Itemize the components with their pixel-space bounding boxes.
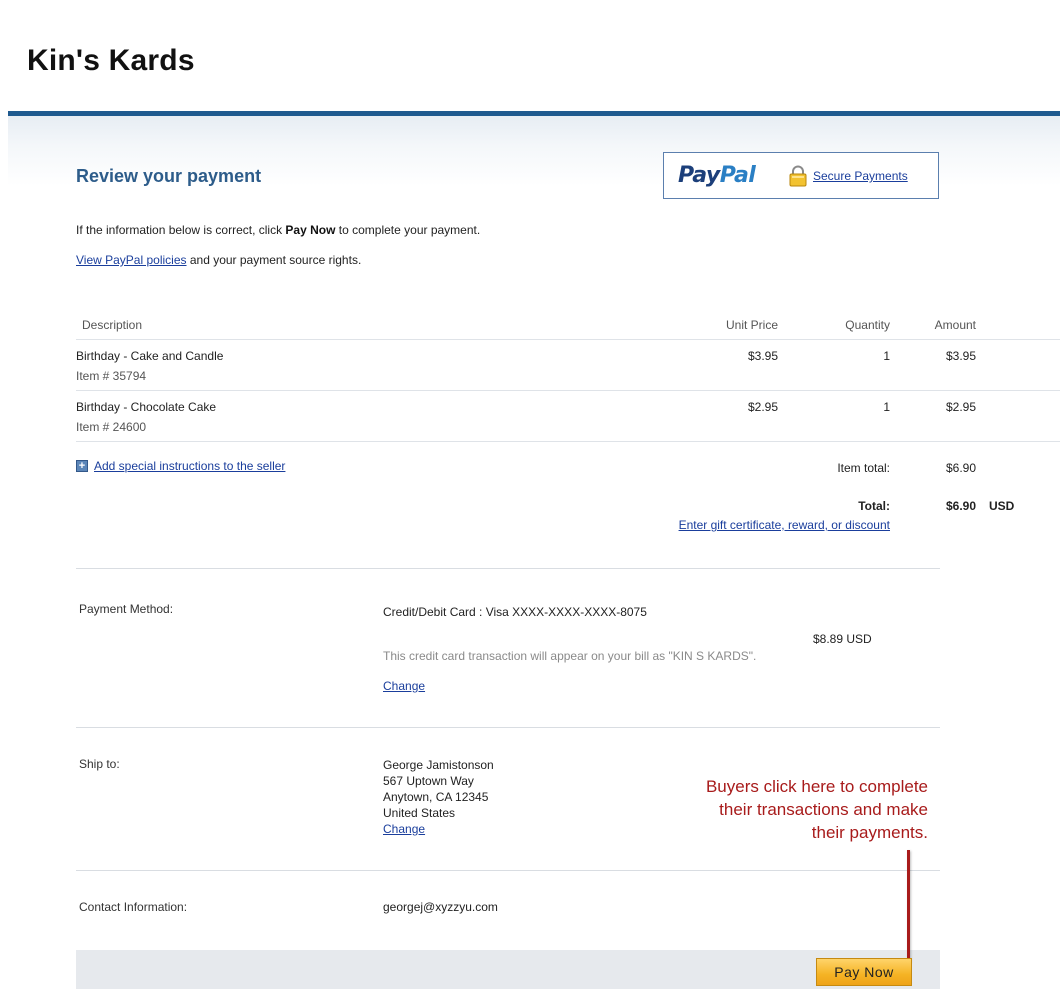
- annotation-callout: Buyers click here to complete their tran…: [620, 775, 928, 844]
- item-2-unit-price: $2.95: [747, 400, 778, 414]
- row-divider: [76, 441, 1060, 442]
- header-amount: Amount: [934, 318, 976, 332]
- paypal-badge: PayPal Secure Payments: [663, 152, 939, 199]
- total-label: Total:: [858, 499, 890, 513]
- item-2-number: Item # 24600: [76, 420, 147, 434]
- action-bar: [76, 950, 940, 989]
- section-divider: [76, 727, 940, 728]
- total-currency: USD: [989, 499, 1015, 513]
- payment-panel: [8, 116, 1060, 989]
- payment-method-label: Payment Method:: [79, 602, 174, 616]
- annotation-line-2: their transactions and make: [719, 800, 928, 819]
- header-description: Description: [82, 318, 143, 332]
- policy-suffix: and your payment source rights.: [186, 253, 362, 267]
- item-total-value: $6.90: [945, 461, 976, 475]
- annotation-line-3: their payments.: [811, 823, 928, 842]
- store-title: Kin's Kards: [27, 44, 195, 77]
- item-1-quantity: 1: [883, 349, 890, 363]
- intro-suffix: to complete your payment.: [335, 223, 481, 237]
- ship-city: Anytown, CA 12345: [383, 790, 489, 804]
- item-1-number: Item # 35794: [76, 369, 147, 383]
- row-divider: [76, 390, 1060, 391]
- ship-country: United States: [383, 806, 456, 820]
- header-quantity: Quantity: [845, 318, 890, 332]
- item-2-quantity: 1: [883, 400, 890, 414]
- header-unit-price: Unit Price: [725, 318, 778, 332]
- section-divider: [76, 568, 940, 569]
- item-1-amount: $3.95: [945, 349, 976, 363]
- table-header-divider: [76, 339, 1060, 340]
- view-policies-link[interactable]: View PayPal policies: [76, 253, 187, 267]
- item-2-name: Birthday - Chocolate Cake: [76, 400, 217, 414]
- expand-plus-icon[interactable]: +: [76, 460, 88, 472]
- payment-amount: $8.89 USD: [813, 632, 872, 646]
- billing-note: This credit card transaction will appear…: [383, 649, 757, 663]
- ship-to-label: Ship to:: [79, 757, 120, 771]
- add-instructions-link[interactable]: Add special instructions to the seller: [94, 459, 285, 473]
- secure-payments-link[interactable]: Secure Payments: [813, 169, 908, 183]
- contact-label: Contact Information:: [79, 900, 188, 914]
- intro-prefix: If the information below is correct, cli…: [76, 223, 286, 237]
- item-2-amount: $2.95: [945, 400, 976, 414]
- lock-icon: [789, 165, 807, 187]
- intro-bold: Pay Now: [285, 223, 336, 237]
- item-1-unit-price: $3.95: [747, 349, 778, 363]
- paypal-logo: PayPal: [678, 163, 756, 188]
- paypal-logo-pay: Pay: [678, 163, 720, 188]
- annotation-line-1: Buyers click here to complete: [705, 777, 928, 796]
- intro-text: If the information below is correct, cli…: [76, 223, 480, 237]
- total-value: $6.90: [945, 499, 976, 513]
- item-1-name: Birthday - Cake and Candle: [76, 349, 224, 363]
- section-divider: [76, 870, 940, 871]
- shipping-address: George Jamistonson 567 Uptown Way Anytow…: [383, 757, 494, 837]
- gift-certificate-link[interactable]: Enter gift certificate, reward, or disco…: [600, 518, 890, 532]
- change-payment-link[interactable]: Change: [383, 679, 425, 693]
- pay-now-button[interactable]: Pay Now: [816, 958, 912, 986]
- policy-line: View PayPal policies and your payment so…: [76, 253, 361, 267]
- payment-method-value: Credit/Debit Card : Visa XXXX-XXXX-XXXX-…: [383, 605, 647, 619]
- contact-email: georgej@xyzzyu.com: [383, 900, 498, 914]
- ship-name: George Jamistonson: [383, 758, 494, 772]
- page-heading: Review your payment: [76, 166, 262, 186]
- ship-street: 567 Uptown Way: [383, 774, 474, 788]
- item-total-label: Item total:: [837, 461, 890, 475]
- paypal-logo-pal: Pal: [719, 163, 756, 188]
- change-shipping-link[interactable]: Change: [383, 822, 425, 836]
- annotation-arrow: [907, 850, 910, 962]
